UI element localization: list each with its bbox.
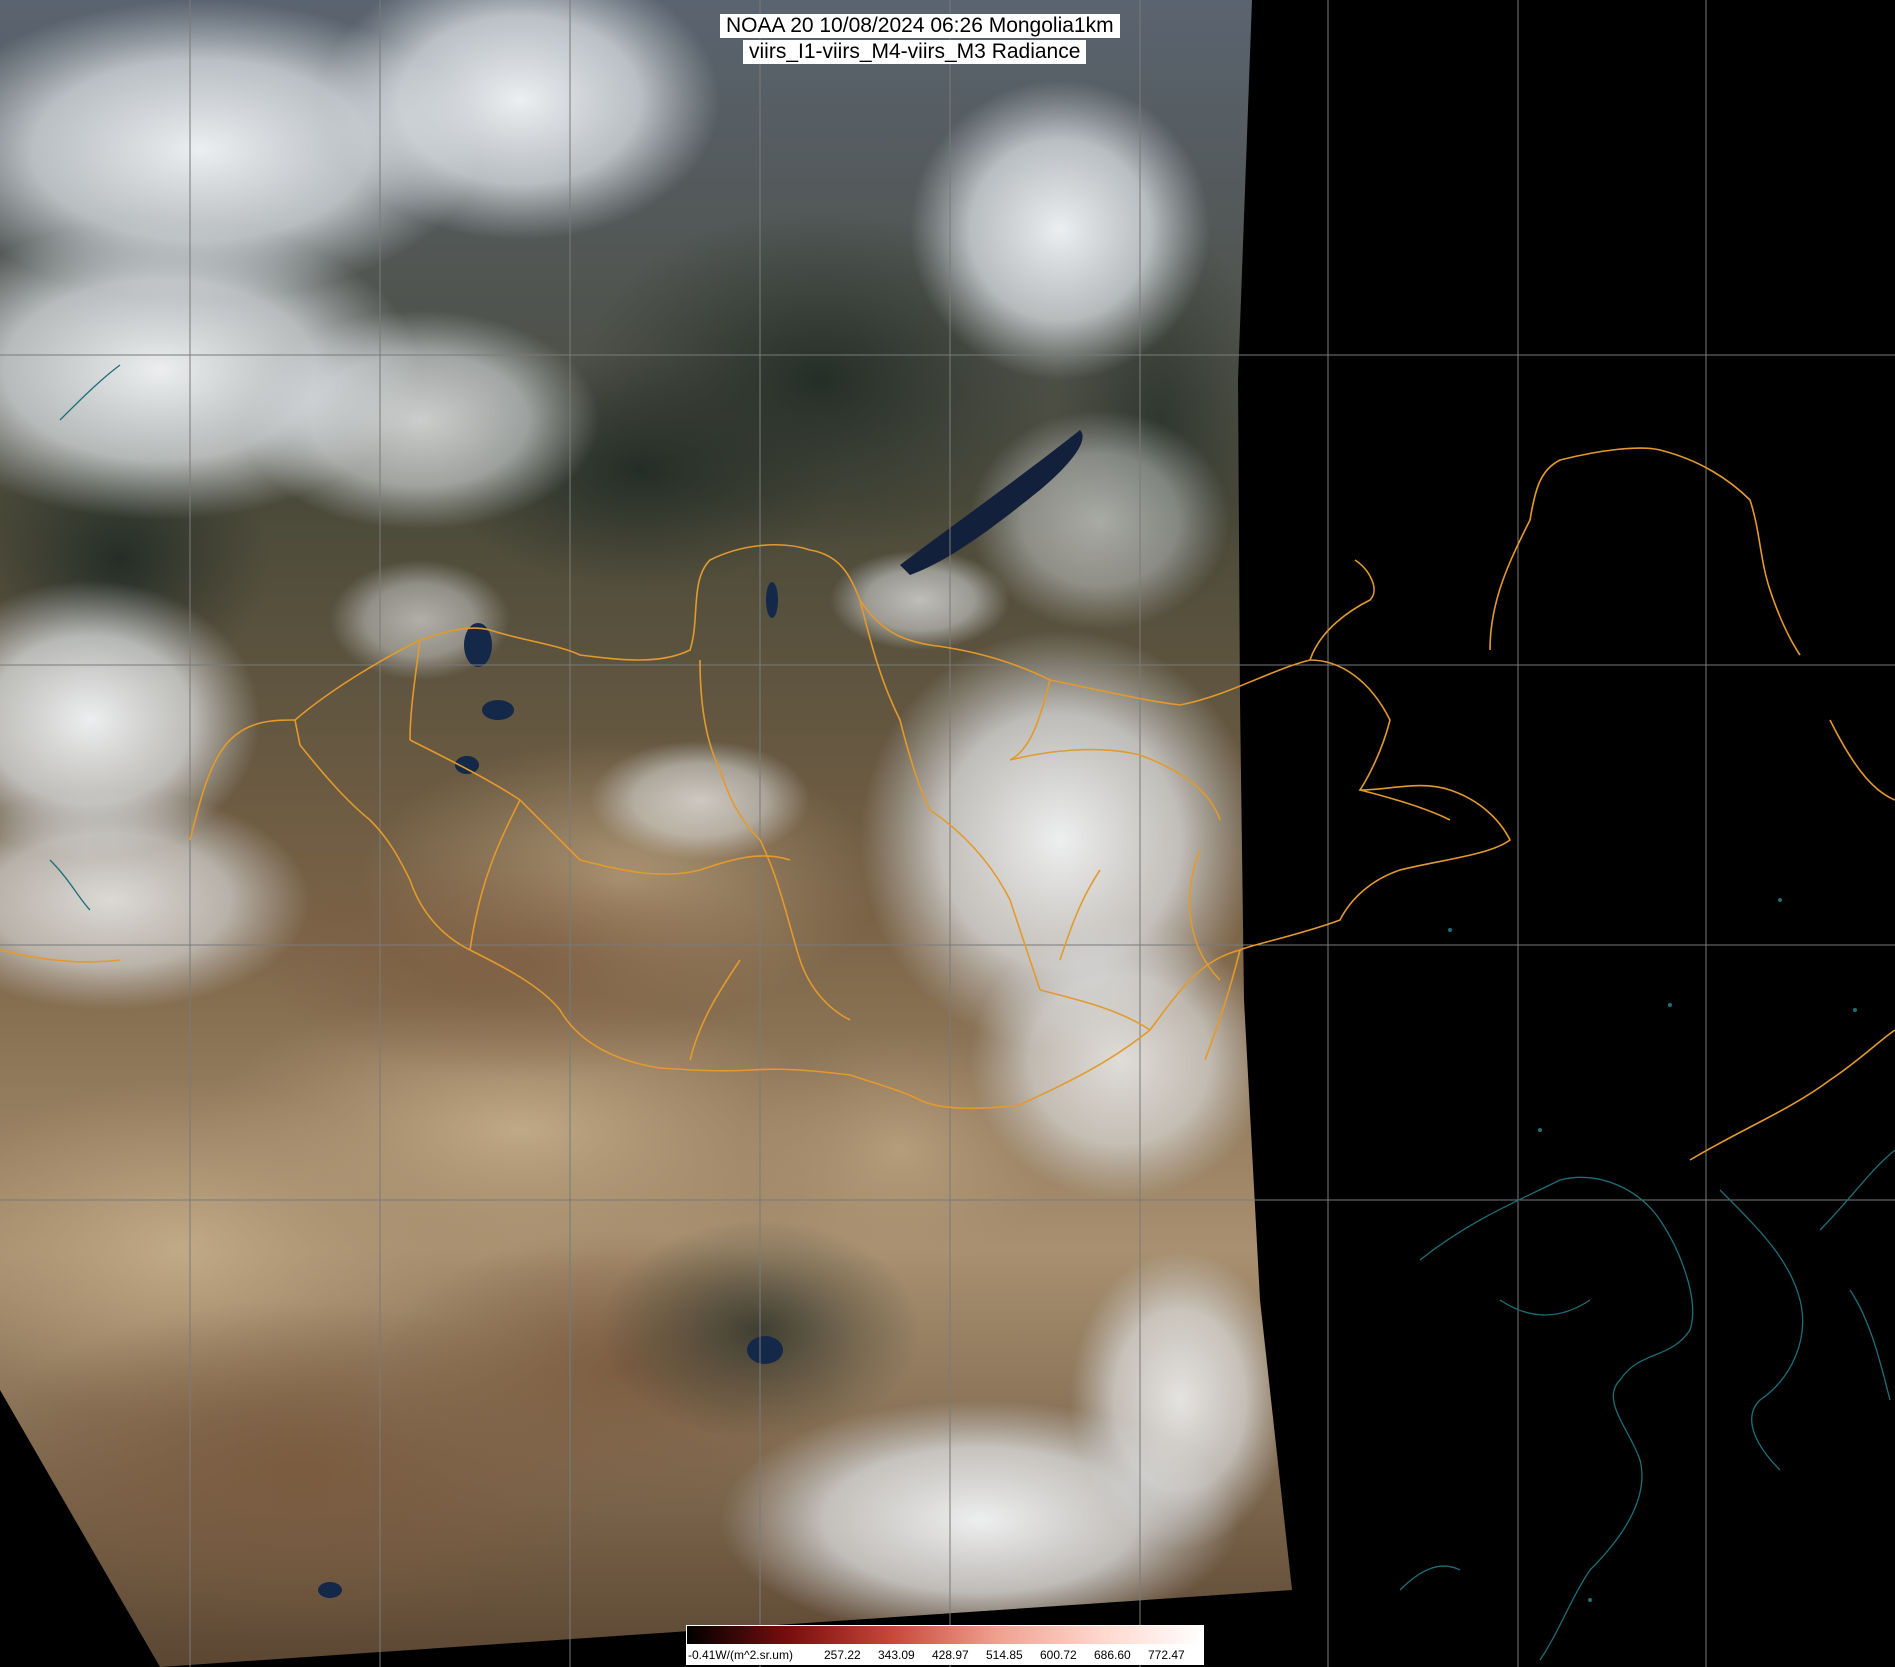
map-title: NOAA 20 10/08/2024 06:26 Mongolia1km (720, 14, 1120, 38)
satellite-map (0, 0, 1895, 1667)
map-subtitle: viirs_I1-viirs_M4-viirs_M3 Radiance (743, 40, 1087, 64)
colorbar-tick-label: 257.22 (824, 1648, 861, 1662)
colorbar-tick-label: 686.60 (1094, 1648, 1131, 1662)
colorbar-tick-label: 772.47 (1148, 1648, 1185, 1662)
colorbar-unit-label: -0.41W/(m^2.sr.um) (688, 1648, 793, 1662)
imagery-swath (0, 0, 1292, 1667)
colorbar-tick-label: 514.85 (986, 1648, 1023, 1662)
colorbar-labels: -0.41W/(m^2.sr.um) 257.22 343.09 428.97 … (686, 1645, 1204, 1665)
colorbar-tick-label: 343.09 (878, 1648, 915, 1662)
colorbar-ramp (686, 1625, 1204, 1645)
colorbar-tick-label: 600.72 (1040, 1648, 1077, 1662)
colorbar: -0.41W/(m^2.sr.um) 257.22 343.09 428.97 … (686, 1625, 1204, 1667)
colorbar-tick-label: 428.97 (932, 1648, 969, 1662)
